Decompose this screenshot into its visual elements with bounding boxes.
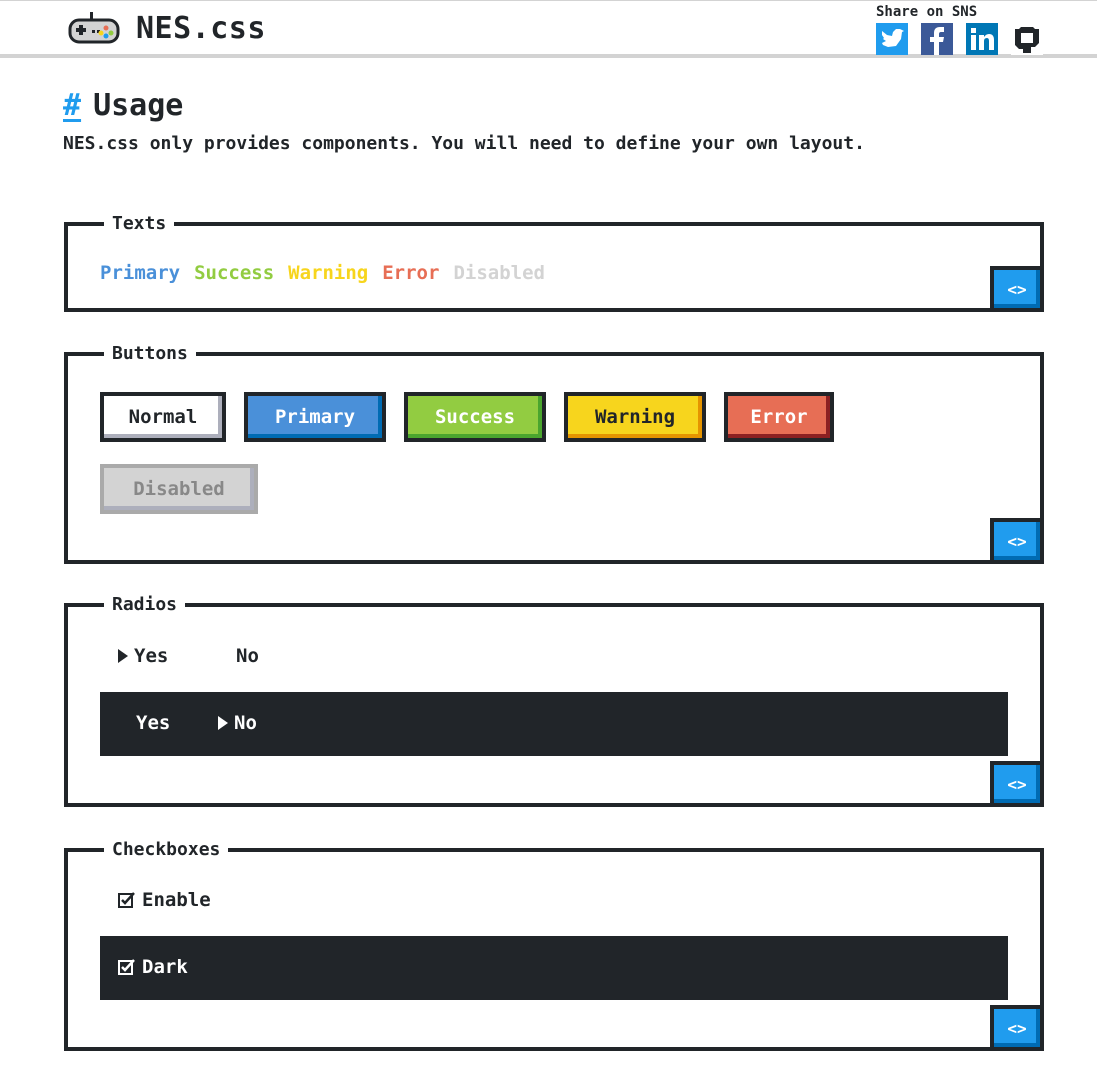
checkboxes-title: Checkboxes — [104, 838, 229, 862]
normal-button[interactable]: Normal — [100, 392, 226, 442]
checkbox-checked-icon — [118, 892, 135, 908]
radio-no[interactable]: No — [236, 645, 259, 667]
dark-radios-row: Yes No — [100, 692, 1008, 756]
success-button[interactable]: Success — [404, 392, 546, 442]
show-code-button[interactable]: <> — [990, 518, 1044, 564]
radio-yes[interactable]: Yes — [118, 645, 168, 667]
github-icon[interactable] — [1011, 23, 1043, 55]
usage-intro: NES.css only provides components. You wi… — [63, 133, 865, 154]
twitter-icon[interactable] — [876, 23, 908, 55]
dark-checkbox-row: Dark — [100, 936, 1008, 1000]
checkboxes-section: Checkboxes Enable Dark <> — [64, 838, 1044, 1051]
text-success: Success — [194, 262, 275, 284]
text-disabled: Disabled — [453, 262, 545, 284]
checkbox-dark-label: Dark — [142, 956, 188, 978]
brand-title: NES.css — [136, 11, 266, 46]
texts-title: Texts — [104, 212, 175, 236]
show-code-button[interactable]: <> — [990, 266, 1044, 312]
dark-radio-no[interactable]: No — [218, 712, 257, 734]
dark-radio-no-label: No — [234, 712, 257, 734]
radios-section: Radios Yes No Yes No <> — [64, 593, 1044, 807]
error-button[interactable]: Error — [724, 392, 834, 442]
checkbox-dark[interactable]: Dark — [118, 956, 188, 978]
radio-selected-arrow-icon — [118, 649, 128, 663]
share-section: Share on SNS — [876, 4, 1046, 55]
checkbox-enable[interactable]: Enable — [118, 889, 211, 911]
share-label: Share on SNS — [876, 4, 978, 20]
heading-anchor-link[interactable]: # — [63, 88, 81, 123]
dark-radio-yes-label: Yes — [136, 712, 171, 734]
disabled-button: Disabled — [100, 464, 258, 514]
warning-button[interactable]: Warning — [564, 392, 706, 442]
radio-no-label: No — [236, 645, 259, 667]
controller-icon — [64, 11, 124, 46]
facebook-icon[interactable] — [921, 23, 953, 55]
checkbox-enable-label: Enable — [142, 889, 211, 911]
text-primary: Primary — [100, 262, 181, 284]
text-warning: Warning — [288, 262, 369, 284]
radio-yes-label: Yes — [134, 645, 169, 667]
usage-heading: # Usage — [63, 88, 183, 123]
checkbox-checked-icon — [118, 959, 135, 975]
dark-radio-yes[interactable]: Yes — [136, 712, 170, 734]
radios-title: Radios — [104, 593, 186, 617]
usage-title: Usage — [93, 88, 184, 123]
primary-button[interactable]: Primary — [244, 392, 386, 442]
show-code-button[interactable]: <> — [990, 761, 1044, 807]
buttons-section: Buttons Normal Primary Success Warning E… — [64, 342, 1044, 564]
buttons-title: Buttons — [104, 342, 196, 366]
sns-icons — [876, 23, 1046, 55]
texts-row: Primary Success Warning Error Disabled — [100, 262, 545, 284]
text-error: Error — [382, 262, 440, 284]
show-code-button[interactable]: <> — [990, 1005, 1044, 1051]
top-bar: NES.css Share on SNS — [0, 0, 1097, 58]
brand[interactable]: NES.css — [64, 11, 266, 46]
radio-selected-arrow-icon — [218, 716, 228, 730]
linkedin-icon[interactable] — [966, 23, 998, 55]
texts-section: Texts Primary Success Warning Error Disa… — [64, 212, 1044, 312]
